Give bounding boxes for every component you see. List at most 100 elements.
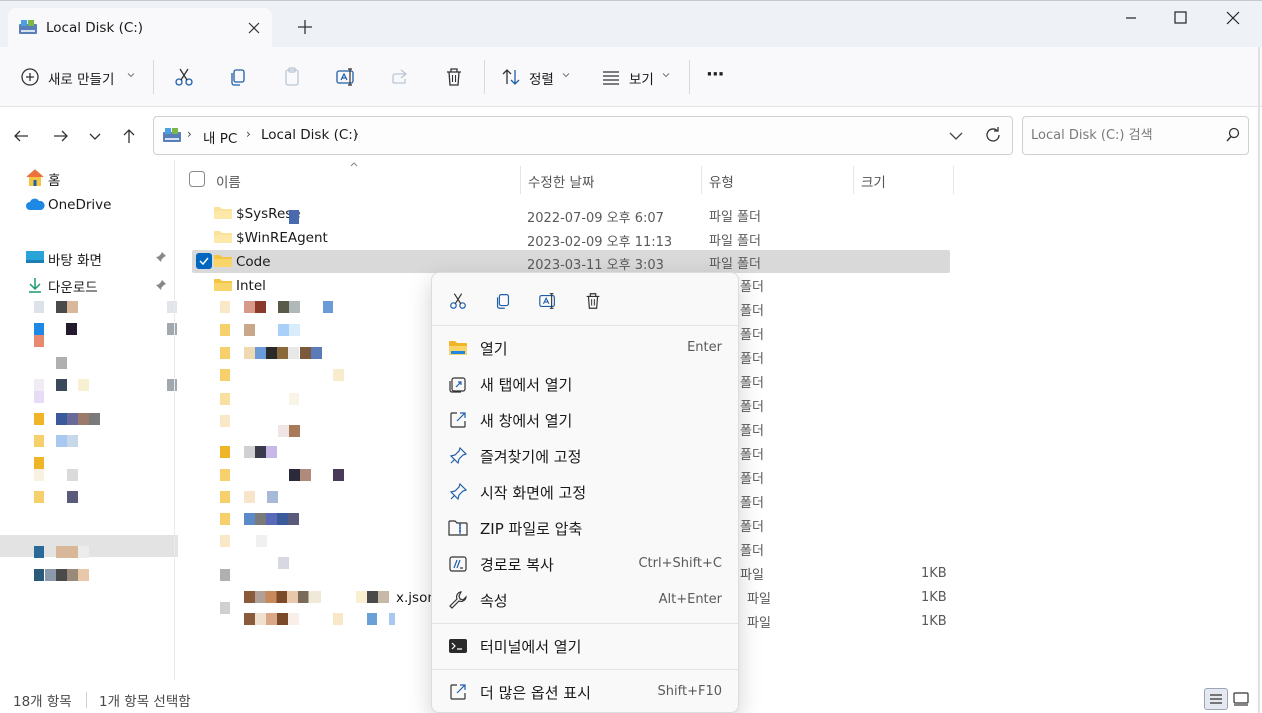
share-icon[interactable] — [389, 66, 411, 88]
file-date: 2023-02-09 오후 11:13 — [527, 235, 673, 250]
breadcrumb-this-pc[interactable]: 내 PC — [203, 127, 237, 147]
select-all-checkbox[interactable] — [189, 171, 205, 187]
file-type: 폴더 — [740, 472, 764, 487]
details-view-button[interactable] — [1204, 688, 1228, 710]
redacted-block — [289, 210, 299, 224]
rename-icon[interactable] — [335, 66, 357, 88]
menu-item-label: ZIP 파일로 압축 — [480, 520, 583, 538]
view-icon[interactable] — [600, 66, 622, 88]
new-item-button[interactable]: 새로 만들기 — [48, 68, 114, 88]
menu-item-shortcut: Alt+Enter — [658, 592, 722, 607]
menu-item-copy-path[interactable]: 경로로 복사 Ctrl+Shift+C — [440, 547, 730, 581]
column-header-modified[interactable]: 수정한 날짜 — [528, 171, 594, 191]
sort-icon[interactable] — [500, 66, 522, 88]
menu-item-label: 즐겨찾기에 고정 — [480, 448, 582, 466]
search-icon[interactable] — [1225, 127, 1241, 143]
download-arrow-icon — [27, 276, 43, 294]
menu-item-label: 경로로 복사 — [480, 556, 554, 574]
menu-item-open-terminal[interactable]: 터미널에서 열기 — [440, 629, 730, 663]
cut-icon[interactable] — [448, 291, 468, 311]
maximize-button[interactable] — [1157, 6, 1203, 30]
file-type: 폴더 — [740, 448, 764, 463]
minimize-button[interactable] — [1108, 6, 1154, 30]
file-type: 폴더 — [740, 352, 764, 367]
back-arrow-icon[interactable] — [11, 126, 31, 146]
view-button[interactable]: 보기 — [629, 68, 654, 88]
menu-item-open-new-tab[interactable]: 새 탭에서 열기 — [440, 367, 730, 401]
file-row[interactable]: Intel — [192, 274, 432, 298]
sidebar-item-downloads[interactable]: 다운로드 — [48, 276, 98, 296]
file-type: 파일 — [747, 592, 771, 607]
menu-item-pin-favorites[interactable]: 즐겨찾기에 고정 — [440, 439, 730, 473]
breadcrumb-separator: › — [246, 127, 251, 141]
search-box[interactable] — [1022, 116, 1249, 155]
close-tab-icon[interactable] — [244, 18, 264, 38]
close-window-button[interactable] — [1210, 6, 1256, 30]
file-type: 폴더 — [740, 328, 764, 343]
file-name-suffix: x.json — [396, 590, 436, 606]
rename-icon[interactable] — [538, 291, 558, 311]
sidebar-item-onedrive[interactable]: OneDrive — [48, 197, 111, 213]
folder-icon — [214, 255, 232, 267]
new-item-icon[interactable] — [19, 66, 41, 88]
column-divider[interactable] — [953, 166, 954, 194]
window-edge — [1258, 47, 1260, 713]
file-date: 2022-07-09 오후 6:07 — [527, 211, 664, 226]
sort-button[interactable]: 정렬 — [529, 68, 554, 88]
more-options-button[interactable]: ··· — [706, 64, 724, 85]
menu-separator — [432, 623, 738, 624]
search-input[interactable] — [1031, 125, 1221, 145]
file-type: 파일 폴더 — [709, 234, 761, 249]
redacted-sidebar-items — [0, 301, 178, 591]
row-checkbox[interactable] — [196, 253, 212, 269]
sidebar-item-home[interactable]: 홈 — [48, 169, 60, 189]
recent-locations-chevron-icon[interactable] — [85, 126, 105, 146]
refresh-icon[interactable] — [983, 125, 1003, 145]
menu-item-shortcut: Shift+F10 — [657, 684, 722, 699]
file-row[interactable]: $WinREAgent 2023-02-09 오후 11:13 파일 폴더 — [192, 226, 950, 250]
forward-arrow-icon[interactable] — [51, 126, 71, 146]
column-header-size[interactable]: 크기 — [861, 171, 886, 191]
delete-icon[interactable] — [583, 291, 603, 311]
address-bar[interactable]: › 내 PC › Local Disk (C:) › — [153, 116, 1013, 155]
file-type: 폴더 — [740, 376, 764, 391]
menu-item-label: 열기 — [480, 340, 508, 358]
sidebar-item-desktop[interactable]: 바탕 화면 — [48, 249, 102, 269]
menu-separator — [432, 325, 738, 326]
folder-icon — [214, 207, 232, 219]
divider — [484, 60, 485, 94]
tab-local-disk[interactable]: Local Disk (C:) — [8, 8, 272, 47]
menu-item-properties[interactable]: 속성 Alt+Enter — [440, 583, 730, 617]
address-history-chevron-icon[interactable] — [946, 126, 966, 146]
column-divider[interactable] — [520, 166, 521, 194]
file-date: 2023-03-11 오후 3:03 — [527, 258, 664, 273]
breadcrumb-local-disk[interactable]: Local Disk (C:) — [261, 127, 358, 143]
column-divider[interactable] — [701, 166, 702, 194]
drive-icon — [18, 18, 38, 36]
tiles-view-button[interactable] — [1232, 690, 1250, 708]
menu-item-label: 속성 — [480, 592, 508, 610]
menu-item-label: 새 탭에서 열기 — [480, 376, 573, 394]
column-header-name[interactable]: 이름 — [216, 171, 241, 191]
file-row-selected[interactable]: Code 2023-03-11 오후 3:03 파일 폴더 — [192, 250, 950, 273]
delete-icon[interactable] — [443, 66, 465, 88]
copy-icon[interactable] — [227, 66, 249, 88]
file-row[interactable]: $SysRese 2022-07-09 오후 6:07 파일 폴더 — [192, 202, 950, 226]
menu-item-more-options[interactable]: 더 많은 옵션 표시 Shift+F10 — [440, 675, 730, 709]
new-tab-button[interactable] — [295, 17, 315, 37]
wrench-icon — [449, 591, 467, 609]
menu-item-open-new-window[interactable]: 새 창에서 열기 — [440, 403, 730, 437]
desktop-icon — [25, 250, 45, 266]
context-menu: 열기 Enter 새 탭에서 열기 새 창에서 열기 즐겨찾기에 고정 시작 화… — [431, 272, 739, 713]
menu-item-open[interactable]: 열기 Enter — [440, 331, 730, 365]
copy-icon[interactable] — [493, 291, 513, 311]
cut-icon[interactable] — [173, 66, 195, 88]
menu-item-compress-zip[interactable]: ZIP 파일로 압축 — [440, 511, 730, 545]
more-options-icon — [450, 684, 466, 700]
column-header-type[interactable]: 유형 — [709, 171, 734, 191]
paste-icon[interactable] — [281, 66, 303, 88]
menu-item-shortcut: Enter — [687, 340, 722, 355]
up-arrow-icon[interactable] — [119, 126, 139, 146]
menu-item-pin-start[interactable]: 시작 화면에 고정 — [440, 475, 730, 509]
column-divider[interactable] — [853, 166, 854, 194]
